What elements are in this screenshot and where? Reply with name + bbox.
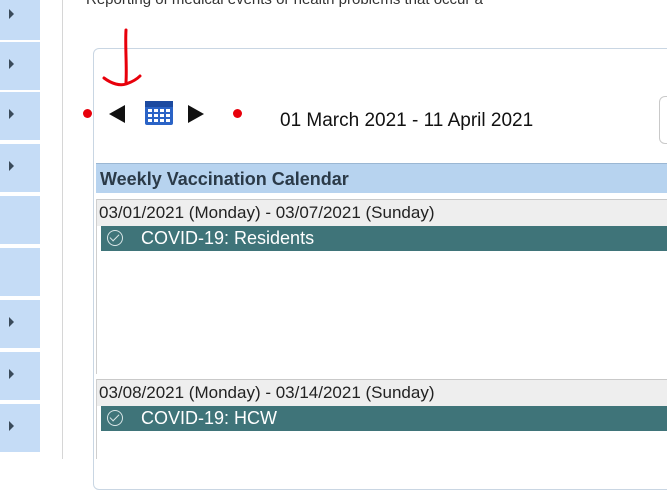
- calendar-event[interactable]: COVID-19: Residents: [101, 226, 667, 251]
- calendar-header: Weekly Vaccination Calendar: [96, 163, 667, 193]
- week-label: 03/01/2021 (Monday) - 03/07/2021 (Sunday…: [97, 199, 667, 226]
- week-label: 03/08/2021 (Monday) - 03/14/2021 (Sunday…: [97, 379, 667, 406]
- expand-arrow-icon: [9, 317, 14, 327]
- expand-arrow-icon: [9, 59, 14, 69]
- rail-divider: [62, 0, 63, 459]
- expand-arrow-icon: [9, 369, 14, 379]
- expand-arrow-icon: [9, 421, 14, 431]
- week-block: 03/01/2021 (Monday) - 03/07/2021 (Sunday…: [96, 199, 667, 374]
- date-range-label: 01 March 2021 - 11 April 2021: [280, 110, 534, 131]
- expand-arrow-icon: [9, 161, 14, 171]
- expand-arrow-icon: [9, 9, 14, 19]
- view-selector[interactable]: [659, 96, 667, 144]
- rail-button[interactable]: [0, 196, 40, 246]
- rail-button[interactable]: [0, 92, 40, 142]
- annotation-dot: [233, 109, 242, 118]
- event-label: COVID-19: HCW: [141, 408, 278, 428]
- week-block: 03/08/2021 (Monday) - 03/14/2021 (Sunday…: [96, 379, 667, 459]
- rail-button[interactable]: [0, 0, 40, 42]
- left-rail: [0, 0, 40, 459]
- event-label: COVID-19: Residents: [141, 228, 315, 248]
- expand-arrow-icon: [9, 109, 14, 119]
- annotation-arrow-icon: [102, 28, 142, 87]
- rail-button[interactable]: [0, 352, 40, 402]
- calendar-icon[interactable]: [144, 99, 174, 126]
- intro-text: Reporting of medical events or health pr…: [86, 0, 483, 8]
- check-circle-icon: [107, 230, 123, 246]
- rail-button[interactable]: [0, 404, 40, 454]
- rail-button[interactable]: [0, 144, 40, 194]
- previous-arrow-icon[interactable]: [109, 105, 125, 123]
- next-arrow-icon[interactable]: [188, 105, 204, 123]
- rail-button[interactable]: [0, 300, 40, 350]
- annotation-dot: [83, 109, 92, 118]
- rail-button[interactable]: [0, 248, 40, 298]
- calendar-event[interactable]: COVID-19: HCW: [101, 406, 667, 431]
- check-circle-icon: [107, 410, 123, 426]
- rail-button[interactable]: [0, 42, 40, 92]
